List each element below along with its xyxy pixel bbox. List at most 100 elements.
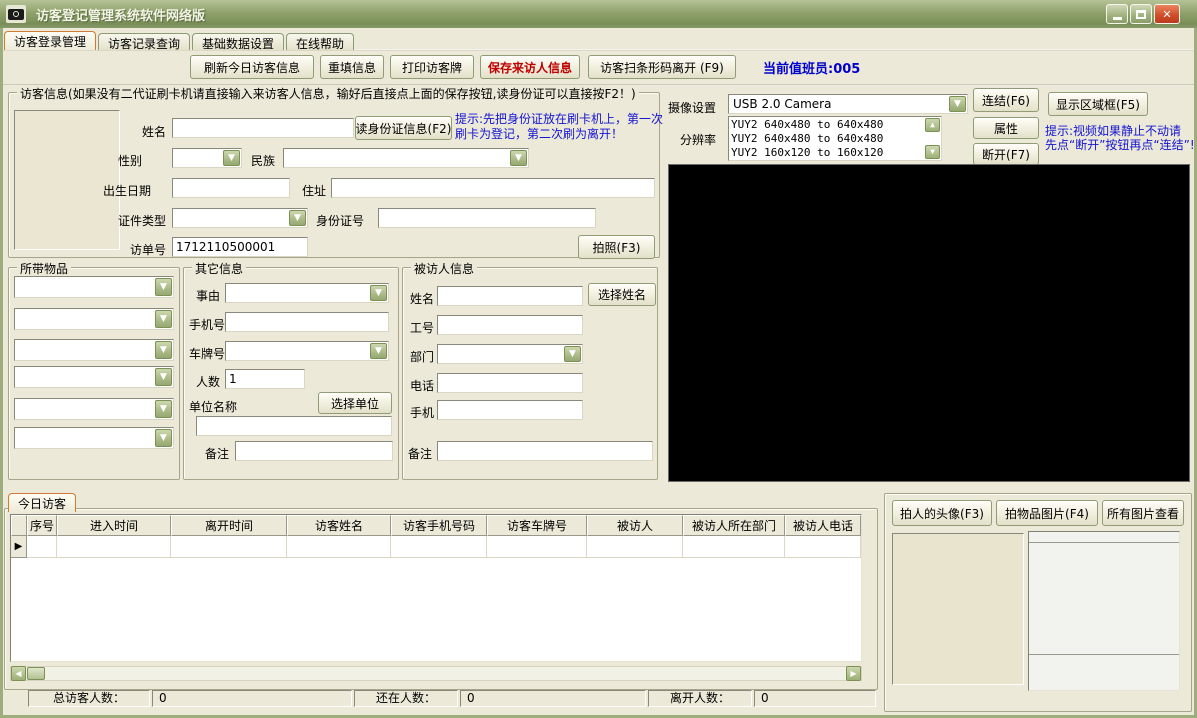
- visitor-mobile-input[interactable]: [225, 312, 389, 332]
- id-number-input[interactable]: [378, 208, 596, 228]
- resolution-item[interactable]: YUY2 160x120 to 160x120: [731, 146, 939, 160]
- tab-online-help[interactable]: 在线帮助: [286, 33, 355, 51]
- visit-no-input[interactable]: [172, 237, 308, 257]
- chevron-down-icon[interactable]: ▼: [289, 210, 306, 226]
- scan-barcode-leave-button[interactable]: 访客扫条形码离开 (F9): [588, 55, 736, 79]
- visited-phone-input[interactable]: [437, 373, 583, 393]
- id-type-select[interactable]: ▼: [172, 208, 308, 228]
- scroll-left-icon[interactable]: ◀: [11, 666, 26, 681]
- col-enter-time[interactable]: 进入时间: [57, 515, 171, 536]
- print-badge-button[interactable]: 打印访客牌: [390, 55, 474, 79]
- select-name-button[interactable]: 选择姓名: [588, 283, 656, 306]
- visitor-mobile-label: 手机号: [189, 318, 226, 332]
- save-visitor-button[interactable]: 保存来访人信息: [480, 55, 580, 79]
- maximize-button[interactable]: [1130, 4, 1152, 24]
- col-visited-dept[interactable]: 被访人所在部门: [683, 515, 785, 536]
- tab-record-query[interactable]: 访客记录查询: [98, 33, 191, 51]
- capture-item-button[interactable]: 拍物品图片(F4): [996, 500, 1098, 526]
- item-select-6[interactable]: ▼: [14, 427, 174, 449]
- refill-info-button[interactable]: 重填信息: [320, 55, 384, 79]
- chevron-down-icon[interactable]: ▼: [949, 96, 966, 112]
- connect-button[interactable]: 连结(F6): [973, 88, 1039, 112]
- col-visitor-name[interactable]: 访客姓名: [287, 515, 391, 536]
- reason-label: 事由: [196, 289, 221, 303]
- capture-head-button[interactable]: 拍人的头像(F3): [892, 500, 992, 526]
- chevron-down-icon[interactable]: ▼: [155, 341, 172, 359]
- read-id-card-button[interactable]: 读身份证信息(F2): [355, 116, 452, 140]
- scroll-right-icon[interactable]: ▶: [846, 666, 861, 681]
- chevron-down-icon[interactable]: ▼: [155, 310, 172, 328]
- tab-base-data[interactable]: 基础数据设置: [192, 33, 285, 51]
- window-title: 访客登记管理系统软件网络版: [36, 8, 206, 24]
- view-all-photos-button[interactable]: 所有图片查看: [1102, 500, 1184, 526]
- chevron-down-icon[interactable]: ▼: [510, 150, 527, 166]
- nation-label: 民族: [251, 154, 276, 168]
- item-select-4[interactable]: ▼: [14, 366, 174, 388]
- other-remark-input[interactable]: [235, 441, 393, 461]
- scrollbar-thumb[interactable]: [27, 667, 45, 680]
- col-visited-person[interactable]: 被访人: [587, 515, 683, 536]
- scroll-up-icon[interactable]: ▲: [925, 118, 940, 132]
- visited-mobile-input[interactable]: [437, 400, 583, 420]
- item-select-3[interactable]: ▼: [14, 339, 174, 361]
- camera-device-select[interactable]: USB 2.0 Camera ▼: [728, 94, 968, 114]
- resolution-item[interactable]: YUY2 640x480 to 640x480: [731, 132, 939, 146]
- department-select[interactable]: ▼: [437, 344, 583, 364]
- today-visitors-tab[interactable]: 今日访客: [8, 493, 77, 512]
- tab-visitor-register[interactable]: 访客登录管理: [4, 31, 97, 50]
- col-visited-phone[interactable]: 被访人电话: [785, 515, 861, 536]
- resolution-item[interactable]: YUY2 640x480 to 640x480: [731, 118, 939, 132]
- resolution-listbox[interactable]: YUY2 640x480 to 640x480 YUY2 640x480 to …: [728, 116, 942, 161]
- chevron-down-icon[interactable]: ▼: [155, 400, 172, 418]
- item-select-5[interactable]: ▼: [14, 398, 174, 420]
- head-photo-panel: [892, 533, 1024, 685]
- chevron-down-icon[interactable]: ▼: [223, 150, 240, 166]
- chevron-down-icon[interactable]: ▼: [155, 278, 172, 296]
- chevron-down-icon[interactable]: ▼: [370, 343, 387, 359]
- show-area-button[interactable]: 显示区域框(F5): [1048, 92, 1148, 116]
- name-input[interactable]: [172, 118, 354, 138]
- today-visitors-table[interactable]: 序号 进入时间 离开时间 访客姓名 访客手机号码 访客车牌号 被访人 被访人所在…: [10, 514, 862, 662]
- item-select-2[interactable]: ▼: [14, 308, 174, 330]
- disconnect-button[interactable]: 断开(F7): [973, 143, 1039, 165]
- birth-date-input[interactable]: [172, 178, 290, 198]
- scroll-down-icon[interactable]: ▼: [925, 145, 940, 159]
- company-label: 单位名称: [189, 400, 238, 414]
- col-visitor-mobile[interactable]: 访客手机号码: [391, 515, 487, 536]
- select-company-button[interactable]: 选择单位: [318, 392, 392, 414]
- chevron-down-icon[interactable]: ▼: [370, 285, 387, 301]
- other-remark-label: 备注: [205, 447, 230, 461]
- address-input[interactable]: [331, 178, 655, 198]
- department-label: 部门: [410, 350, 435, 364]
- visited-remark-input[interactable]: [437, 441, 653, 461]
- people-count-input[interactable]: [225, 369, 305, 389]
- still-here-value: 0: [460, 690, 646, 707]
- nation-select[interactable]: ▼: [283, 148, 529, 168]
- chevron-down-icon[interactable]: ▼: [155, 368, 172, 386]
- close-button[interactable]: ✕: [1154, 4, 1180, 24]
- col-visitor-plate[interactable]: 访客车牌号: [487, 515, 587, 536]
- col-serial[interactable]: 序号: [27, 515, 57, 536]
- camera-device-value: USB 2.0 Camera: [733, 97, 832, 111]
- camera-app-icon: [6, 5, 26, 23]
- take-photo-button[interactable]: 拍照(F3): [578, 235, 655, 259]
- refresh-today-button[interactable]: 刷新今日访客信息: [190, 55, 314, 79]
- plate-select[interactable]: ▼: [225, 341, 389, 361]
- minimize-button[interactable]: [1106, 4, 1128, 24]
- gender-select[interactable]: ▼: [172, 148, 242, 168]
- table-row[interactable]: ▶: [11, 536, 861, 558]
- row-selector-header: [11, 515, 27, 536]
- app-window: 访客登记管理系统软件网络版 ✕ 访客登录管理 访客记录查询 基础数据设置 在线帮…: [0, 0, 1197, 718]
- visited-phone-label: 电话: [410, 379, 435, 393]
- table-horizontal-scrollbar[interactable]: ◀ ▶: [10, 666, 862, 681]
- work-no-input[interactable]: [437, 315, 583, 335]
- reason-select[interactable]: ▼: [225, 283, 389, 303]
- chevron-down-icon[interactable]: ▼: [564, 346, 581, 362]
- item-select-1[interactable]: ▼: [14, 276, 174, 298]
- visited-name-input[interactable]: [437, 286, 583, 306]
- properties-button[interactable]: 属性: [973, 117, 1039, 139]
- company-input[interactable]: [196, 416, 392, 436]
- chevron-down-icon[interactable]: ▼: [155, 429, 172, 447]
- col-leave-time[interactable]: 离开时间: [171, 515, 287, 536]
- listbox-scrollbar[interactable]: ▲ ▼: [925, 118, 940, 159]
